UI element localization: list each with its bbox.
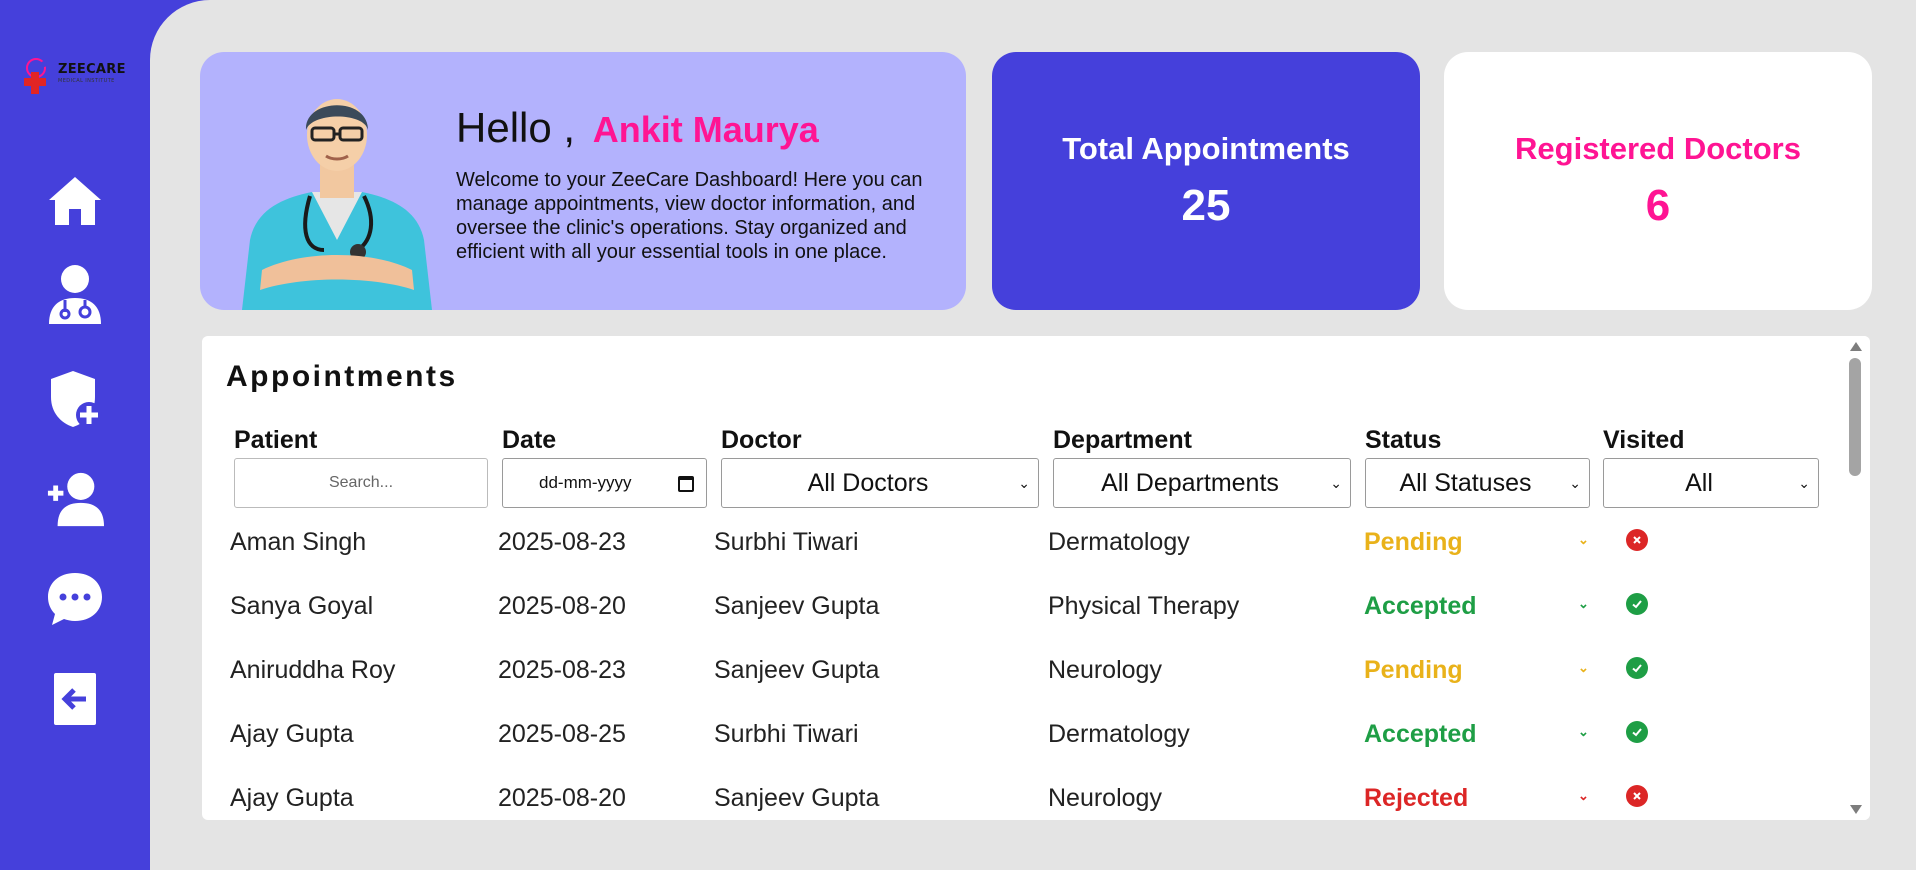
- chevron-down-icon: ⌄: [1569, 475, 1581, 491]
- total-appointments-label: Total Appointments: [1062, 131, 1350, 166]
- appointment-date: 2025-08-20: [498, 784, 626, 812]
- add-admin-icon: [51, 371, 102, 428]
- main-content: Hello , Ankit Maurya Welcome to your Zee…: [150, 0, 1916, 870]
- status-select[interactable]: Pending: [1364, 528, 1463, 557]
- column-visited: Visited: [1603, 426, 1685, 454]
- appointment-date: 2025-08-23: [498, 656, 626, 684]
- appointment-date: 2025-08-20: [498, 592, 626, 620]
- column-status: Status: [1365, 426, 1442, 454]
- user-name: Ankit Maurya: [592, 109, 819, 150]
- doctor-name: Surbhi Tiwari: [714, 528, 859, 556]
- registered-doctors-card: Registered Doctors 6: [1444, 52, 1872, 310]
- patient-name: Aman Singh: [230, 528, 367, 556]
- chevron-down-icon: ⌄: [1330, 475, 1342, 491]
- welcome-greeting: Hello , Ankit Maurya: [456, 104, 819, 152]
- chevron-down-icon: ⌄: [1798, 475, 1810, 491]
- visited-filter-value: All: [1685, 468, 1713, 497]
- patient-name: Ajay Gupta: [230, 720, 354, 748]
- table-row: Aniruddha Roy 2025-08-23 Sanjeev Gupta Neur…: [202, 642, 1842, 706]
- registered-doctors-value: 6: [1645, 181, 1671, 230]
- status-select[interactable]: Pending: [1364, 656, 1463, 685]
- visited-check-icon: [1626, 657, 1648, 679]
- status-select[interactable]: Accepted: [1364, 592, 1477, 621]
- department-name: Dermatology: [1048, 720, 1190, 748]
- table-row: Ajay Gupta 2025-08-25 Surbhi Tiwari Dermato…: [202, 706, 1842, 770]
- status-filter-select[interactable]: All Statuses ⌄: [1365, 458, 1590, 508]
- date-placeholder: dd-mm-yyyy: [539, 473, 632, 492]
- sidebar-item-logout[interactable]: [46, 670, 104, 728]
- sidebar-item-add-doctor[interactable]: [46, 470, 104, 528]
- status-chevron-icon[interactable]: ⌄: [1578, 724, 1589, 740]
- status-filter-value: All Statuses: [1399, 468, 1532, 497]
- calendar-icon[interactable]: [678, 476, 694, 492]
- greeting-text: Hello ,: [456, 104, 576, 151]
- doctor-name: Sanjeev Gupta: [714, 592, 880, 620]
- doctor-name: Surbhi Tiwari: [714, 720, 859, 748]
- sidebar-item-add-admin[interactable]: [46, 370, 104, 428]
- department-filter-select[interactable]: All Departments ⌄: [1053, 458, 1351, 508]
- welcome-message: Welcome to your ZeeCare Dashboard! Here …: [456, 169, 923, 263]
- appointment-date: 2025-08-25: [498, 720, 626, 748]
- logo-mark-icon: [24, 58, 47, 94]
- sidebar-item-messages[interactable]: [46, 570, 104, 628]
- status-select[interactable]: Accepted: [1364, 720, 1477, 749]
- date-filter-input[interactable]: dd-mm-yyyy: [502, 458, 707, 508]
- home-icon: [49, 177, 101, 225]
- doctor-filter-value: All Doctors: [807, 468, 929, 497]
- not-visited-x-icon: [1626, 529, 1648, 551]
- department-filter-value: All Departments: [1101, 468, 1279, 497]
- column-department: Department: [1053, 426, 1192, 454]
- brand-name: ZEECARE: [58, 62, 126, 77]
- registered-doctors-label: Registered Doctors: [1515, 131, 1801, 166]
- table-row: Aman Singh 2025-08-23 Surbhi Tiwari Dermato…: [202, 514, 1842, 578]
- scroll-thumb[interactable]: [1849, 358, 1861, 476]
- patient-name: Sanya Goyal: [230, 592, 374, 620]
- table-row: Ajay Gupta 2025-08-20 Sanjeev Gupta Neurolo…: [202, 770, 1842, 820]
- doctor-name: Sanjeev Gupta: [714, 784, 880, 812]
- chevron-down-icon: ⌄: [1018, 475, 1030, 491]
- status-chevron-icon[interactable]: ⌄: [1578, 596, 1589, 612]
- table-row: Sanya Goyal 2025-08-20 Sanjeev Gupta Physic…: [202, 578, 1842, 642]
- scroll-down-arrow-icon[interactable]: [1850, 805, 1862, 814]
- messages-icon: [48, 573, 102, 625]
- brand-tagline: MEDICAL INSTITUTE: [58, 78, 115, 84]
- visited-filter-select[interactable]: All ⌄: [1603, 458, 1819, 508]
- department-name: Neurology: [1048, 656, 1162, 684]
- department-name: Dermatology: [1048, 528, 1190, 556]
- add-doctor-icon: [47, 472, 104, 527]
- status-chevron-icon[interactable]: ⌄: [1578, 788, 1589, 804]
- status-chevron-icon[interactable]: ⌄: [1578, 532, 1589, 548]
- visited-check-icon: [1626, 593, 1648, 615]
- column-doctor: Doctor: [721, 426, 802, 454]
- visited-check-icon: [1626, 721, 1648, 743]
- column-date: Date: [502, 426, 557, 454]
- appointment-date: 2025-08-23: [498, 528, 626, 556]
- total-appointments-value: 25: [1181, 181, 1231, 230]
- logout-icon: [54, 673, 96, 725]
- doctors-icon: [49, 265, 101, 324]
- status-select[interactable]: Rejected: [1364, 784, 1468, 813]
- doctor-illustration: [242, 99, 432, 310]
- appointments-table: Aman Singh 2025-08-23 Surbhi Tiwari Dermato…: [202, 514, 1842, 820]
- appointments-title: Appointments: [226, 360, 458, 393]
- doctor-name: Sanjeev Gupta: [714, 656, 880, 684]
- column-patient: Patient: [234, 426, 318, 454]
- status-chevron-icon[interactable]: ⌄: [1578, 660, 1589, 676]
- scroll-up-arrow-icon[interactable]: [1850, 342, 1862, 351]
- sidebar: ZEECARE MEDICAL INSTITUTE: [0, 0, 150, 870]
- department-name: Neurology: [1048, 784, 1162, 812]
- welcome-card: Hello , Ankit Maurya Welcome to your Zee…: [200, 52, 966, 310]
- total-appointments-card: Total Appointments 25: [992, 52, 1420, 310]
- brand-logo[interactable]: ZEECARE MEDICAL INSTITUTE: [22, 56, 126, 96]
- scrollbar[interactable]: [1842, 336, 1870, 820]
- not-visited-x-icon: [1626, 785, 1648, 807]
- sidebar-item-home[interactable]: [46, 172, 104, 230]
- appointments-panel: Appointments Patient Date Doctor Departm…: [202, 336, 1870, 820]
- patient-name: Ajay Gupta: [230, 784, 354, 812]
- sidebar-item-doctors[interactable]: [46, 265, 104, 324]
- patient-search-input[interactable]: Search...: [234, 458, 488, 508]
- department-name: Physical Therapy: [1048, 592, 1240, 620]
- patient-name: Aniruddha Roy: [230, 656, 396, 684]
- doctor-filter-select[interactable]: All Doctors ⌄: [721, 458, 1039, 508]
